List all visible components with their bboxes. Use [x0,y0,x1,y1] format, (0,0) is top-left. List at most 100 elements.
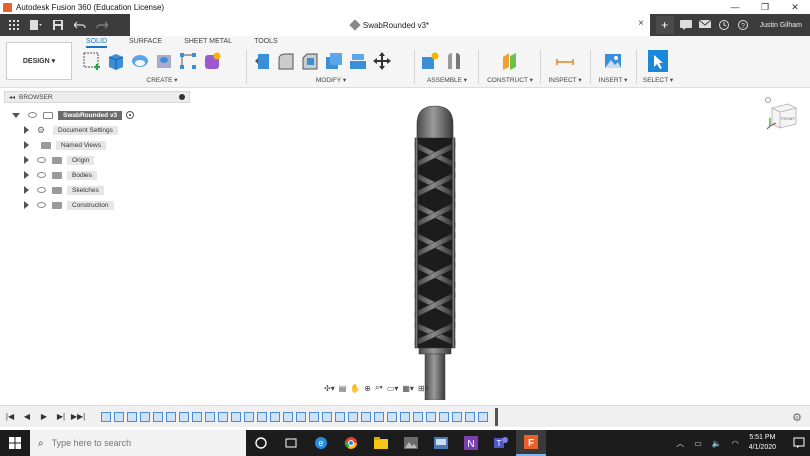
expand-toggle-icon[interactable] [24,171,29,179]
browser-item-sketches[interactable]: Sketches [24,184,104,196]
pan-hand-icon[interactable]: ✋ [350,382,360,394]
timeline-feature-icon[interactable] [413,411,423,422]
file-menu-icon[interactable] [28,18,44,32]
teams-icon[interactable]: T [486,430,516,456]
document-tab[interactable]: SwabRounded v3* × [130,14,650,36]
timeline-feature-icon[interactable] [127,411,137,422]
timeline-feature-icon[interactable] [309,411,319,422]
browser-item-document-settings[interactable]: ⚙ Document Settings [24,124,118,136]
close-tab-icon[interactable]: × [638,18,644,29]
browser-item-origin[interactable]: Origin [24,154,95,166]
action-center-icon[interactable] [788,430,810,456]
expand-toggle-icon[interactable] [24,201,29,209]
timeline-feature-icon[interactable] [387,411,397,422]
timeline-settings-gear-icon[interactable]: ⚙ [792,411,802,424]
swab-model[interactable] [405,102,465,400]
move-icon[interactable] [372,51,392,71]
taskbar-search[interactable]: ⌕ [30,430,246,456]
expand-toggle-icon[interactable] [12,112,20,118]
close-button[interactable]: ✕ [780,0,810,14]
pattern-icon[interactable] [178,51,198,71]
timeline-feature-icon[interactable] [140,411,150,422]
timeline-feature-icon[interactable] [231,411,241,422]
browser-pin-icon[interactable] [179,94,185,100]
timeline-feature-icon[interactable] [153,411,163,422]
orbit-icon[interactable]: ✣▾ [324,382,335,394]
network-icon[interactable]: ▭ [694,439,702,448]
timeline-feature-icon[interactable] [166,411,176,422]
edge-browser-icon[interactable]: e [306,430,336,456]
expand-toggle-icon[interactable] [24,141,29,149]
timeline-feature-icon[interactable] [101,411,111,422]
chamfer-icon[interactable] [300,51,320,71]
revolve-icon[interactable] [130,51,150,71]
task-view-icon[interactable] [276,430,306,456]
chrome-browser-icon[interactable] [336,430,366,456]
timeline-feature-icon[interactable] [400,411,410,422]
tab-sheet-metal[interactable]: SHEET METAL [184,38,232,48]
search-input[interactable] [51,438,222,448]
cortana-icon[interactable] [246,430,276,456]
visibility-eye-icon[interactable] [28,112,37,118]
new-component-icon[interactable] [420,51,440,71]
offset-plane-icon[interactable] [500,51,520,71]
hole-icon[interactable] [154,51,174,71]
timeline-feature-icon[interactable] [270,411,280,422]
browser-panel-header[interactable]: ◂◂ BROWSER [4,91,190,103]
timeline-feature-icon[interactable] [218,411,228,422]
timeline-feature-icon[interactable] [322,411,332,422]
create-form-icon[interactable] [202,51,222,71]
go-to-end-icon[interactable]: ▶▶| [71,410,85,424]
play-icon[interactable]: ▶ [37,410,51,424]
viewports-icon[interactable]: ⊞▾ [418,382,429,394]
browser-item-construction[interactable]: Construction [24,199,114,211]
collapse-browser-icon[interactable]: ◂◂ [9,94,15,101]
app-icon[interactable] [426,430,456,456]
select-menu[interactable]: SELECT ▾ [640,76,676,84]
notifications-icon[interactable] [697,17,713,33]
timeline-feature-icon[interactable] [361,411,371,422]
insert-menu[interactable]: INSERT ▾ [594,76,632,84]
timeline-feature-icon[interactable] [244,411,254,422]
job-status-icon[interactable] [678,17,694,33]
user-name[interactable]: Justin Gilham [760,22,802,29]
timeline-feature-icon[interactable] [478,411,488,422]
chevron-up-icon[interactable]: ︿ [676,438,684,449]
fusion-taskbar-icon[interactable]: F [516,430,546,456]
redo-icon[interactable] [94,18,110,32]
insert-image-icon[interactable] [603,51,623,71]
press-pull-icon[interactable] [252,51,272,71]
grid-menu-icon[interactable] [6,18,22,32]
timeline-feature-icon[interactable] [179,411,189,422]
combine-icon[interactable] [348,51,368,71]
fillet-icon[interactable] [276,51,296,71]
taskbar-clock[interactable]: 5:51 PM 4/1/2020 [749,433,776,453]
modify-menu[interactable]: MODIFY ▾ [252,76,410,84]
timeline-feature-icon[interactable] [283,411,293,422]
photos-icon[interactable] [396,430,426,456]
timeline-feature-icon[interactable] [205,411,215,422]
expand-toggle-icon[interactable] [24,186,29,194]
browser-item-named-views[interactable]: Named Views [24,139,106,151]
zoom-icon[interactable]: ⊕ [364,382,371,394]
go-to-start-icon[interactable]: |◀ [3,410,17,424]
timeline-feature-icon[interactable] [114,411,124,422]
wifi-icon[interactable]: ◠ [732,439,739,448]
create-menu[interactable]: CREATE ▾ [82,76,242,84]
save-icon[interactable] [50,18,66,32]
new-tab-button[interactable]: + [655,16,674,34]
tab-solid[interactable]: SOLID [86,38,108,48]
timeline-feature-icon[interactable] [465,411,475,422]
timeline-feature-icon[interactable] [426,411,436,422]
timeline-feature-icon[interactable] [192,411,202,422]
timeline-feature-icon[interactable] [452,411,462,422]
expand-toggle-icon[interactable] [24,126,29,134]
step-back-icon[interactable]: ◀ [20,410,34,424]
shell-icon[interactable] [324,51,344,71]
clock-icon[interactable] [716,17,732,33]
viewcube[interactable]: FRONT [764,96,800,132]
visibility-eye-icon[interactable] [37,172,46,178]
expand-toggle-icon[interactable] [24,156,29,164]
activate-radio-icon[interactable] [126,111,135,119]
visibility-eye-icon[interactable] [37,187,46,193]
